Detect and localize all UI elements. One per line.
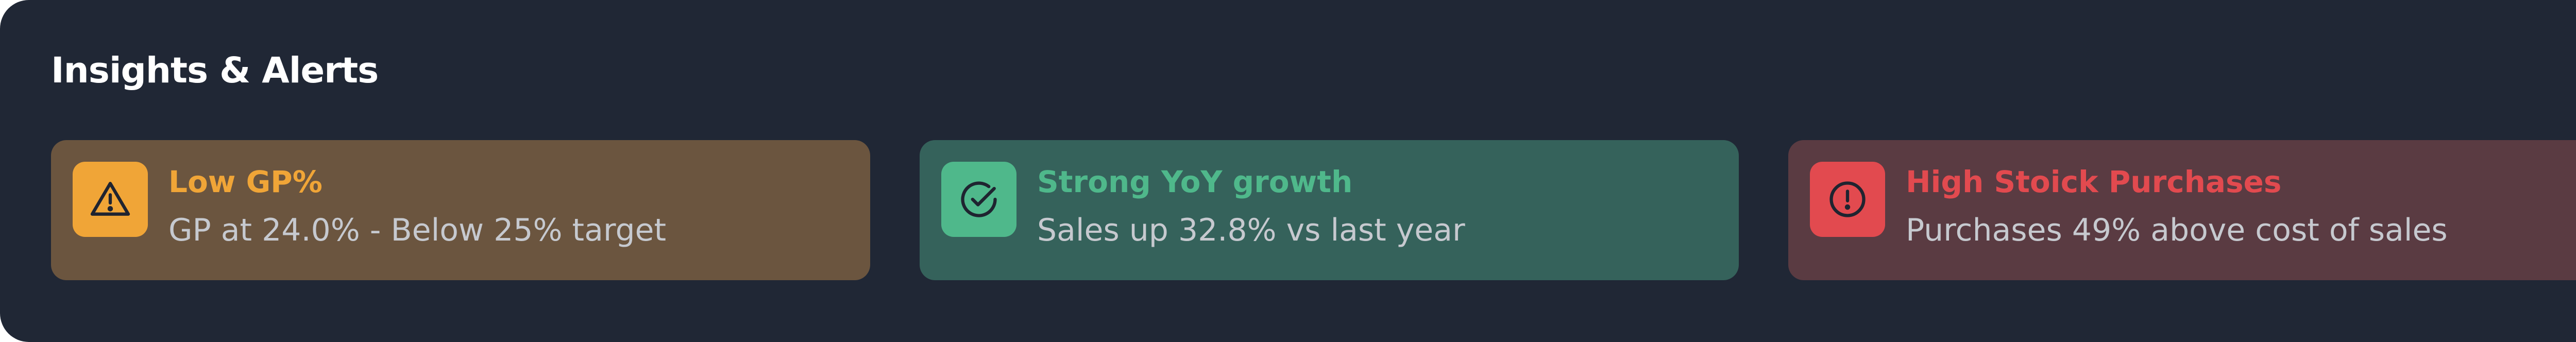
alert-title: Strong YoY growth bbox=[1037, 164, 1353, 199]
alert-icon-box bbox=[941, 162, 1016, 237]
alert-icon-box bbox=[73, 162, 148, 237]
alert-title: Low GP% bbox=[168, 164, 323, 199]
insights-alerts-panel: Insights & Alerts Low GP% GP at 24.0% - … bbox=[0, 0, 2576, 342]
alert-card-yoy-growth[interactable]: Strong YoY growth Sales up 32.8% vs last… bbox=[920, 140, 1739, 280]
alert-card-low-gp[interactable]: Low GP% GP at 24.0% - Below 25% target bbox=[51, 140, 870, 280]
alert-message: Sales up 32.8% vs last year bbox=[1037, 212, 1465, 248]
alert-icon-box bbox=[1810, 162, 1885, 237]
alert-card-high-purchases[interactable]: High Stoick Purchases Purchases 49% abov… bbox=[1788, 140, 2576, 280]
warning-triangle-icon bbox=[90, 182, 130, 216]
alert-message: Purchases 49% above cost of sales bbox=[1906, 212, 2448, 248]
alert-title: High Stoick Purchases bbox=[1906, 164, 2282, 199]
alert-message: GP at 24.0% - Below 25% target bbox=[168, 212, 666, 248]
panel-title: Insights & Alerts bbox=[51, 50, 379, 91]
exclamation-circle-icon bbox=[1829, 181, 1866, 217]
check-circle-icon bbox=[961, 181, 997, 217]
alert-list: Low GP% GP at 24.0% - Below 25% target S… bbox=[51, 140, 2576, 280]
